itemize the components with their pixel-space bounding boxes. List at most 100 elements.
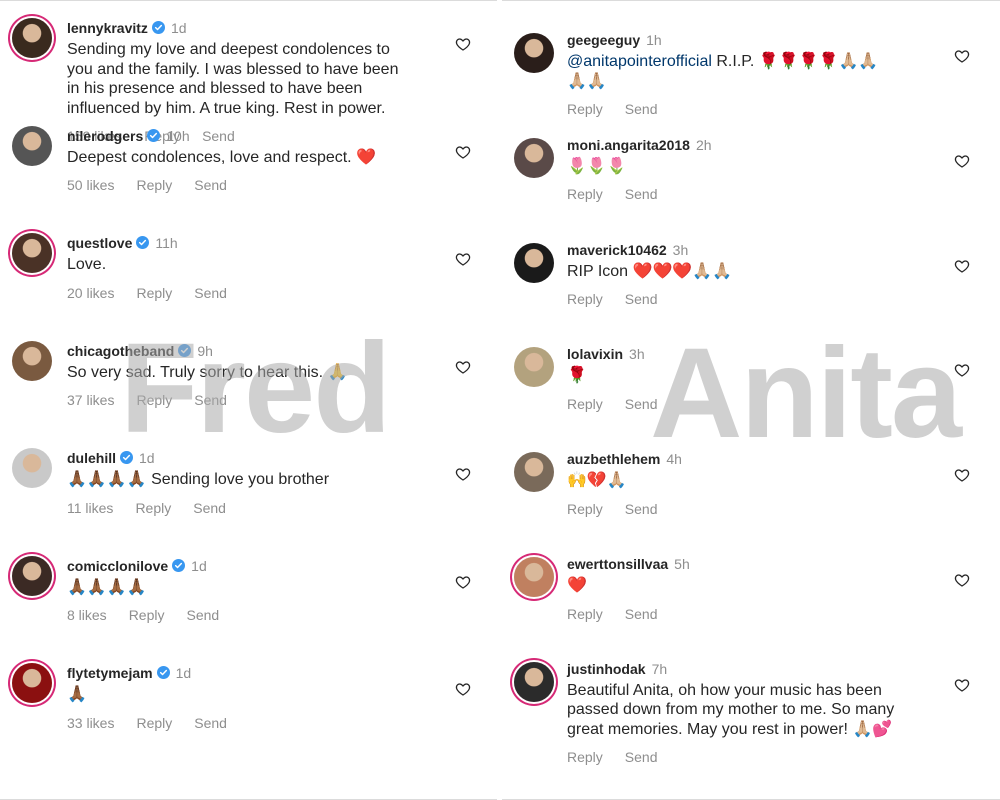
reply-button[interactable]: Reply	[567, 396, 603, 412]
reply-button[interactable]: Reply	[567, 101, 603, 117]
panel-top-border	[502, 0, 1000, 1]
reply-button[interactable]: Reply	[567, 186, 603, 202]
reply-button[interactable]: Reply	[136, 177, 172, 193]
comment-item: lolavixin 3h 🌹 Reply Send	[502, 340, 1000, 445]
send-button[interactable]: Send	[194, 392, 227, 408]
avatar[interactable]	[514, 452, 554, 493]
heart-outline-icon[interactable]	[455, 359, 471, 375]
username[interactable]: moni.angarita2018	[567, 137, 690, 153]
username[interactable]: dulehill	[67, 450, 116, 466]
likes-count[interactable]: 20 likes	[67, 285, 114, 301]
right-comment-panel: geegeeguy 1h @anitapointerofficial R.I.P. …	[502, 0, 1000, 800]
reply-button[interactable]: Reply	[129, 607, 165, 623]
username[interactable]: nilerodgers	[67, 128, 143, 144]
avatar[interactable]	[514, 137, 554, 178]
avatar[interactable]	[12, 340, 52, 381]
username[interactable]: auzbethlehem	[567, 451, 660, 467]
likes-count[interactable]: 50 likes	[67, 177, 114, 193]
reply-button[interactable]: Reply	[567, 501, 603, 517]
username[interactable]: flytetymejam	[67, 665, 153, 681]
avatar[interactable]	[12, 663, 52, 703]
likes-count[interactable]: 8 likes	[67, 607, 107, 623]
reply-button[interactable]: Reply	[136, 285, 172, 301]
comment-text: Beautiful Anita, oh how your music has b…	[567, 681, 947, 740]
avatar[interactable]	[514, 242, 554, 283]
username[interactable]: lennykravitz	[67, 20, 148, 36]
reply-button[interactable]: Reply	[567, 606, 603, 622]
likes-count[interactable]: 11 likes	[67, 500, 113, 516]
heart-outline-icon[interactable]	[954, 48, 970, 64]
reply-button[interactable]: Reply	[135, 500, 171, 516]
heart-outline-icon[interactable]	[954, 572, 970, 588]
comment-text-segment: 🌷🌷🌷	[567, 157, 627, 175]
send-button[interactable]: Send	[625, 749, 658, 765]
likes-count[interactable]: 37 likes	[67, 392, 114, 408]
avatar-image	[514, 452, 554, 493]
username[interactable]: maverick10462	[567, 242, 667, 258]
heart-outline-icon[interactable]	[954, 677, 970, 693]
reply-button[interactable]: Reply	[136, 715, 172, 731]
username-line: flytetymejam 1d	[67, 665, 191, 681]
verified-badge-icon	[172, 558, 186, 572]
heart-outline-icon[interactable]	[455, 144, 471, 160]
comment-text-line: great memories. May you rest in power! 🙏…	[567, 720, 947, 740]
comment-actions: 20 likes Reply Send	[67, 285, 249, 301]
avatar[interactable]	[514, 347, 554, 388]
comment-text: 🙏🏾	[67, 685, 447, 705]
send-button[interactable]: Send	[625, 501, 658, 517]
username[interactable]: comicclonilove	[67, 558, 168, 574]
heart-outline-icon[interactable]	[455, 466, 471, 482]
avatar-image	[514, 557, 554, 597]
username[interactable]: lolavixin	[567, 346, 623, 362]
comment-timestamp: 1d	[175, 665, 192, 681]
reply-button[interactable]: Reply	[567, 291, 603, 307]
send-button[interactable]: Send	[186, 607, 219, 623]
heart-outline-icon[interactable]	[455, 681, 471, 697]
comment-item: moni.angarita2018 2h 🌷🌷🌷 Reply Send	[502, 131, 1000, 236]
username-line: moni.angarita2018 2h	[567, 137, 712, 153]
comment-text-segment: RIP Icon ❤️❤️❤️🙏🏼🙏🏼	[567, 262, 733, 280]
avatar[interactable]	[514, 33, 554, 73]
username[interactable]: justinhodak	[567, 661, 646, 677]
reply-button[interactable]: Reply	[136, 392, 172, 408]
username[interactable]: chicagotheband	[67, 343, 174, 359]
heart-outline-icon[interactable]	[954, 153, 970, 169]
comment-timestamp: 4h	[666, 451, 682, 468]
send-button[interactable]: Send	[625, 186, 658, 202]
username[interactable]: ewerttonsillvaa	[567, 556, 668, 572]
send-button[interactable]: Send	[625, 291, 658, 307]
send-button[interactable]: Send	[194, 715, 227, 731]
comment-text-line: 🙏🏼🙏🏼	[567, 72, 947, 92]
heart-outline-icon[interactable]	[455, 36, 471, 52]
avatar[interactable]	[12, 233, 52, 273]
avatar[interactable]	[12, 555, 52, 596]
avatar[interactable]	[514, 661, 554, 702]
comment-text-segment: Love.	[67, 256, 107, 273]
username[interactable]: questlove	[67, 235, 132, 251]
send-button[interactable]: Send	[194, 177, 227, 193]
avatar[interactable]	[12, 448, 52, 488]
heart-outline-icon[interactable]	[954, 258, 970, 274]
send-button[interactable]: Send	[194, 285, 227, 301]
avatar[interactable]	[12, 125, 52, 166]
send-button[interactable]: Send	[625, 101, 658, 117]
comment-timestamp: 1d	[170, 20, 187, 36]
comment-text-segment: Beautiful Anita, oh how your music has b…	[567, 681, 882, 699]
heart-outline-icon[interactable]	[954, 467, 970, 483]
likes-count[interactable]: 33 likes	[67, 715, 114, 731]
comment-timestamp: 3h	[629, 346, 645, 363]
username[interactable]: geegeeguy	[567, 32, 640, 48]
comment-text-segment: you and the family. I was blessed to hav…	[67, 60, 399, 78]
send-button[interactable]: Send	[625, 396, 658, 412]
heart-outline-icon[interactable]	[455, 574, 471, 590]
username-line: lennykravitz 1d	[67, 20, 187, 36]
username-line: chicagotheband 9h	[67, 343, 213, 359]
mention-link[interactable]: @anitapointerofficial	[567, 53, 712, 70]
avatar[interactable]	[514, 557, 554, 597]
send-button[interactable]: Send	[193, 500, 226, 516]
avatar[interactable]	[12, 18, 52, 58]
send-button[interactable]: Send	[625, 606, 658, 622]
reply-button[interactable]: Reply	[567, 749, 603, 765]
heart-outline-icon[interactable]	[455, 251, 471, 267]
heart-outline-icon[interactable]	[954, 362, 970, 378]
